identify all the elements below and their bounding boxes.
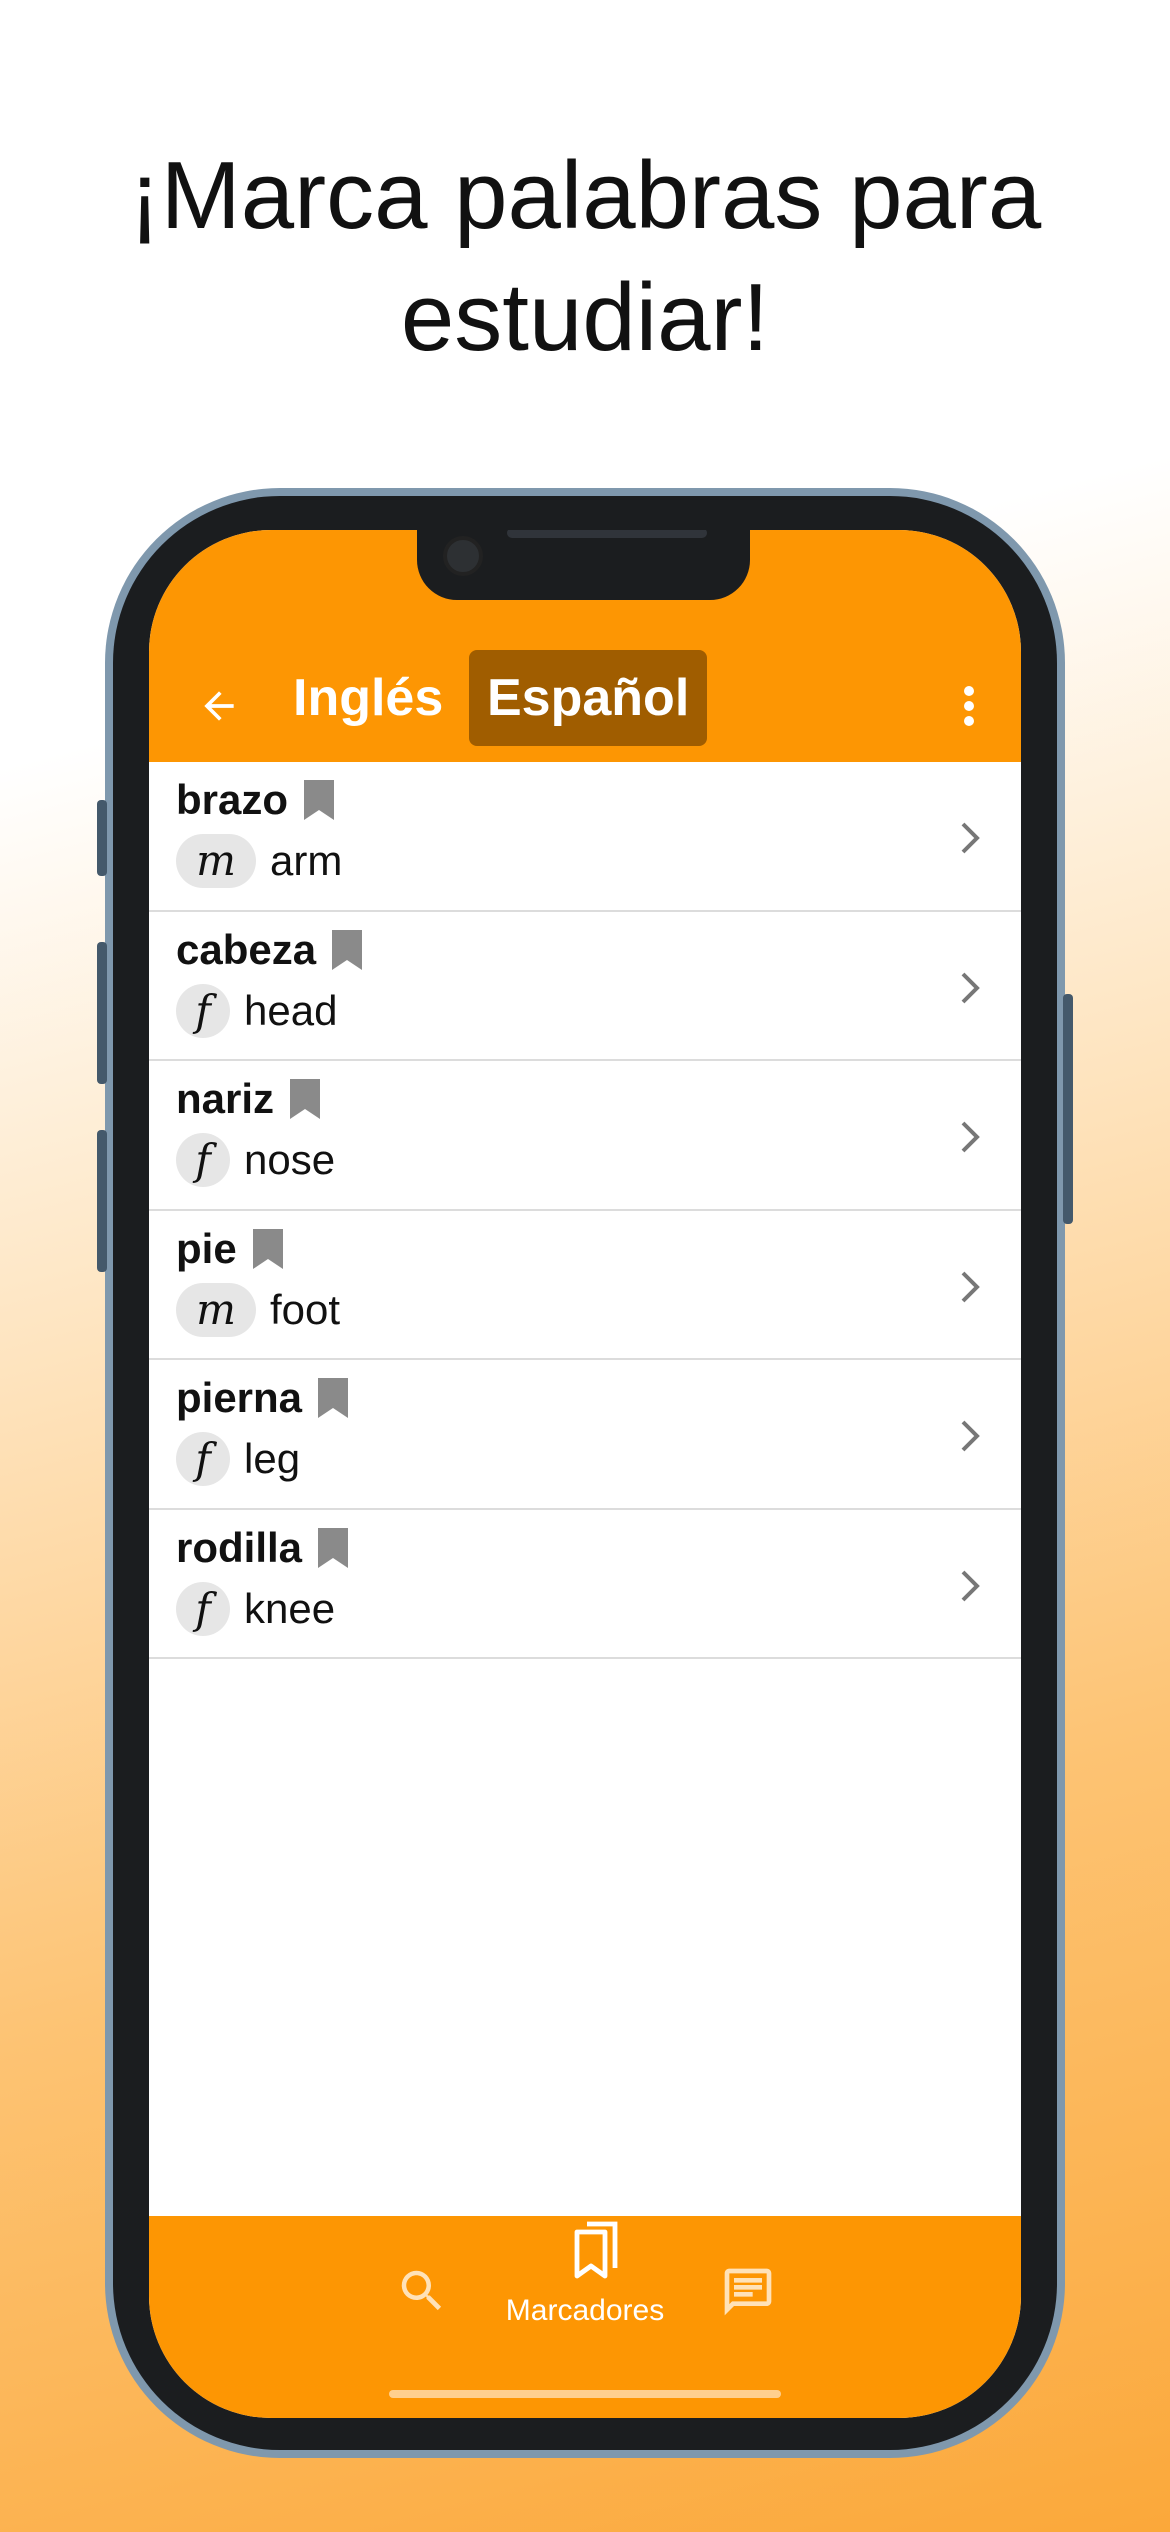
- word-label: rodilla: [176, 1523, 303, 1571]
- chevron-right-icon: [961, 1570, 980, 1601]
- chevron-right-icon: [961, 972, 980, 1003]
- word-entry: pie: [176, 1225, 283, 1273]
- bookmark-icon[interactable]: [318, 1378, 349, 1418]
- translation: f nose: [176, 1133, 335, 1187]
- bookmark-icon[interactable]: [318, 1527, 349, 1568]
- front-camera: [443, 536, 483, 576]
- chevron-right-icon: [961, 1271, 980, 1302]
- headline-line-2: estudiar!: [400, 264, 770, 371]
- chevron-right-icon: [961, 1420, 980, 1452]
- bookmark-icon[interactable]: [332, 929, 363, 970]
- chevron-right-icon: [961, 822, 980, 854]
- back-button[interactable]: [189, 676, 249, 736]
- gender-badge: m: [176, 834, 256, 888]
- bookmark-icon[interactable]: [304, 780, 335, 820]
- gender-badge: m: [176, 1282, 256, 1337]
- phone-notch: [417, 530, 750, 600]
- word-label: cabeza: [176, 925, 317, 973]
- word-entry: rodilla: [176, 1523, 349, 1572]
- word-entry: cabeza: [176, 925, 363, 974]
- list-item[interactable]: brazo m arm: [149, 762, 1021, 912]
- translation-text: leg: [244, 1435, 301, 1482]
- word-label: brazo: [176, 776, 289, 823]
- word-label: pie: [176, 1224, 237, 1272]
- tab-source-language[interactable]: Inglés: [275, 650, 461, 746]
- phone-power-button: [1063, 994, 1073, 1224]
- tab-target-language[interactable]: Español: [469, 650, 708, 746]
- phone-screen: Inglés Español brazo m arm cabeza f head…: [149, 530, 1021, 2418]
- headline-line-1: ¡Marca palabras para: [128, 142, 1042, 249]
- list-item[interactable]: pierna f leg: [149, 1360, 1021, 1510]
- list-item[interactable]: nariz f nose: [149, 1061, 1021, 1211]
- gender-badge: f: [176, 1581, 230, 1636]
- translation: m foot: [176, 1282, 341, 1337]
- more-options-button[interactable]: [949, 676, 989, 736]
- translation-text: head: [244, 986, 338, 1034]
- translation-text: foot: [270, 1285, 341, 1333]
- gender-badge: f: [176, 1432, 230, 1486]
- word-label: nariz: [176, 1075, 275, 1122]
- speaker-grille: [507, 530, 707, 538]
- list-item[interactable]: pie m foot: [149, 1211, 1021, 1360]
- home-indicator: [389, 2390, 781, 2398]
- list-item[interactable]: cabeza f head: [149, 912, 1021, 1061]
- word-entry: brazo: [176, 776, 335, 824]
- translation: f head: [176, 983, 338, 1038]
- chevron-right-icon: [961, 1121, 980, 1153]
- bookmark-icon[interactable]: [290, 1079, 321, 1119]
- gender-badge: f: [176, 1133, 230, 1187]
- list-item[interactable]: rodilla f knee: [149, 1510, 1021, 1659]
- bottom-navigation: Marcadores: [149, 2216, 1021, 2418]
- arrow-left-icon: [204, 691, 234, 721]
- headline: ¡Marca palabras para estudiar!: [0, 135, 1170, 379]
- word-entry: nariz: [176, 1075, 321, 1123]
- phone-volume-up-button: [97, 942, 107, 1084]
- bookmark-list: brazo m arm cabeza f head nariz f nose p…: [149, 762, 1021, 1659]
- translation: f knee: [176, 1581, 336, 1636]
- phone-volume-down-button: [97, 1130, 107, 1272]
- search-icon[interactable]: [395, 2264, 449, 2318]
- word-label: pierna: [176, 1374, 303, 1421]
- word-entry: pierna: [176, 1374, 349, 1422]
- feedback-icon[interactable]: [720, 2264, 776, 2320]
- translation: m arm: [176, 834, 342, 888]
- translation: f leg: [176, 1432, 300, 1486]
- translation-text: arm: [270, 837, 343, 884]
- bookmarks-icon: [574, 2221, 618, 2279]
- gender-badge: f: [176, 983, 230, 1038]
- translation-text: knee: [244, 1584, 336, 1632]
- nav-bookmarks-label: Marcadores: [505, 2294, 665, 2327]
- more-vertical-icon: [964, 686, 974, 726]
- translation-text: nose: [244, 1136, 336, 1183]
- phone-side-button: [97, 800, 107, 876]
- bookmark-icon[interactable]: [252, 1228, 283, 1269]
